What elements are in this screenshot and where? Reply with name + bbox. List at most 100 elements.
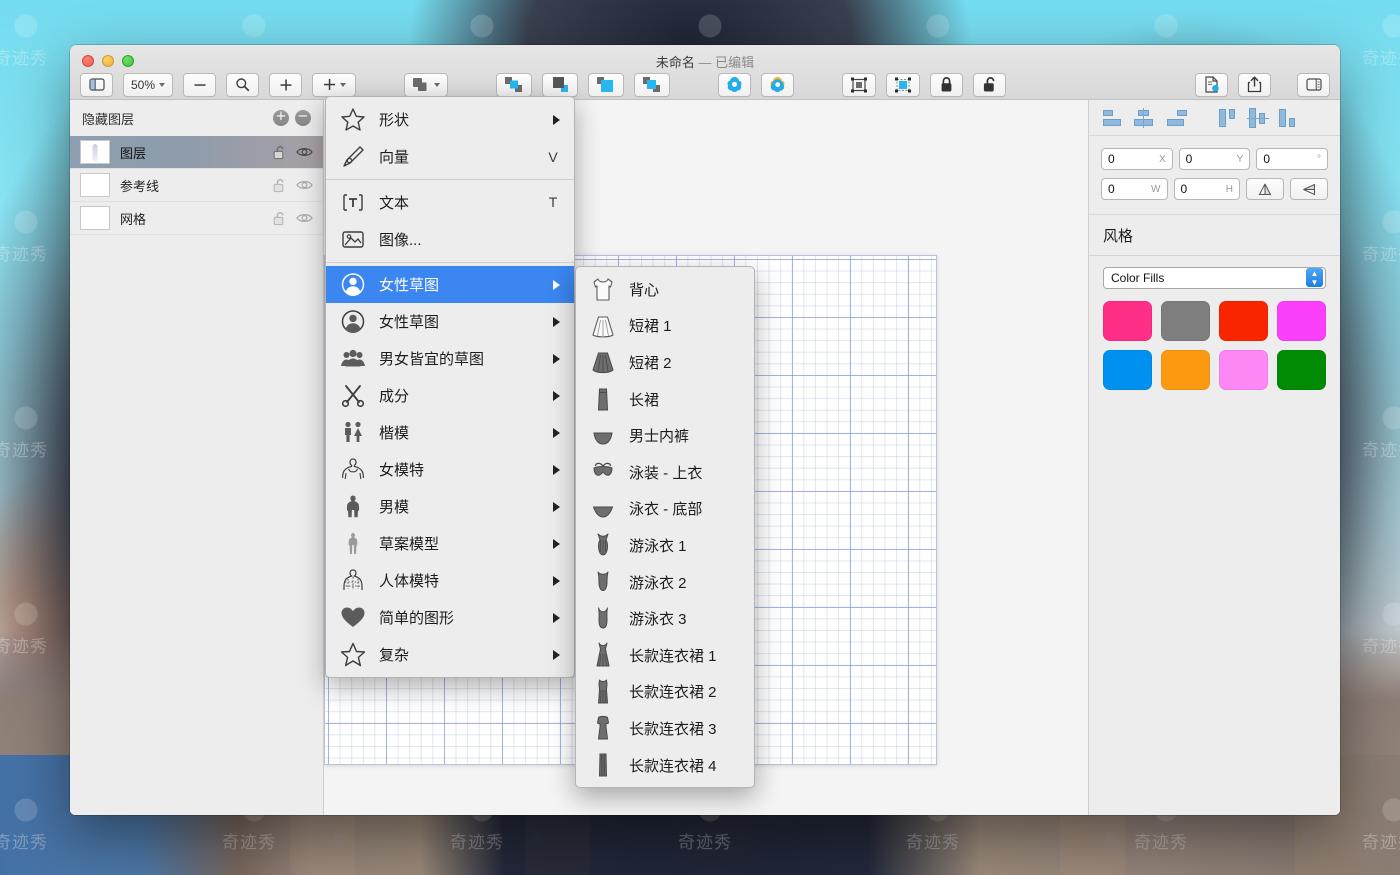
stepper-icon[interactable]: ▲ ▼ [1306,268,1323,287]
bring-to-front-button[interactable] [588,72,625,97]
rotation-field[interactable]: 0 ° [1256,148,1329,170]
x-field[interactable]: 0 X [1101,148,1173,170]
group-button[interactable] [842,72,877,97]
align-top-icon[interactable] [1217,108,1241,128]
menu-item-label: 人体模特 [379,573,440,590]
layer-row-grid[interactable]: 网格 [70,202,323,235]
draft-model-icon [348,533,358,554]
menu-item-draft-model[interactable]: 草案模型 [326,525,574,562]
zoom-in-button[interactable] [269,72,303,97]
zoom-out-button[interactable] [183,72,217,97]
send-backward-icon [553,77,569,92]
menu-item-male-avatar[interactable]: 女性草图 [326,303,574,340]
bring-forward-button[interactable] [496,72,533,97]
align-right-icon[interactable] [1163,108,1187,128]
submenu-item-long-dress-2[interactable]: 长款连衣裙 2 [576,674,754,711]
menu-item-text-box[interactable]: 文本 T [326,184,574,221]
layer-row-controls [273,178,313,193]
menu-item-image[interactable]: 图像... [326,221,574,258]
tank-top-icon [593,278,613,301]
female-avatar-icon [341,273,365,296]
menu-item-female-body[interactable]: 女模特 [326,451,574,488]
lock-button[interactable] [930,72,964,97]
lock-open-icon[interactable] [273,211,287,226]
y-field[interactable]: 0 Y [1178,148,1251,170]
menu-item-female-avatar[interactable]: 女性草图 [326,266,574,303]
menu-item-label: 楷模 [379,425,410,442]
submenu-item-long-dress-4[interactable]: 长款连衣裙 4 [576,747,754,784]
submenu-item-mens-briefs[interactable]: 男士内裤 [576,417,754,454]
zoom-level-dropdown[interactable]: 50% [123,72,174,97]
inspector-toggle-button[interactable] [1297,72,1330,97]
height-field[interactable]: 0 H [1173,178,1240,200]
zoom-fit-button[interactable] [226,72,260,97]
layer-row-controls [273,145,313,160]
menu-item-group-people[interactable]: 男女皆宜的草图 [326,340,574,377]
menu-item-pen-tool[interactable]: 向量 V [326,138,574,175]
submenu-arrow-icon [553,575,560,586]
union-button[interactable] [718,72,752,97]
add-layer-button[interactable]: + [273,110,289,126]
unlock-button[interactable] [973,72,1007,97]
menu-item-star-outline[interactable]: 形状 [326,101,574,138]
swatch-orange[interactable] [1161,349,1210,390]
submenu-item-swimsuit-1[interactable]: 游泳衣 1 [576,527,754,564]
short-skirt-1-icon [592,316,614,338]
fill-type-select[interactable]: Color Fills ▲ ▼ [1103,266,1326,289]
swimsuit-3-icon [598,607,608,629]
subtract-button[interactable] [761,72,795,97]
eye-icon[interactable] [296,146,313,158]
submenu-item-swimsuit-2[interactable]: 游泳衣 2 [576,564,754,601]
swatch-blue[interactable] [1103,349,1152,390]
height-unit: H [1225,183,1233,195]
eye-icon[interactable] [296,179,313,191]
swatch-green[interactable] [1277,349,1326,390]
layer-row-image[interactable]: 图层 [70,136,323,169]
swatch-red[interactable] [1219,300,1268,341]
align-middle-vertical-icon[interactable] [1247,107,1271,128]
swatch-light-pink[interactable] [1219,349,1268,390]
eye-icon[interactable] [296,212,313,224]
menu-item-star-filled[interactable]: 复杂 [326,636,574,673]
submenu-item-short-skirt-2[interactable]: 短裙 2 [576,344,754,381]
submenu-item-long-dress-1[interactable]: 长款连衣裙 1 [576,637,754,674]
shape-style-button[interactable] [404,72,449,97]
remove-layer-button[interactable]: − [295,110,311,126]
menu-item-two-people[interactable]: 楷模 [326,414,574,451]
menu-item-scissors[interactable]: 成分 [326,377,574,414]
align-center-horizontal-icon[interactable] [1133,107,1157,128]
flip-horizontal-button[interactable] [1290,178,1328,200]
share-button[interactable] [1238,72,1271,97]
submenu-item-long-skirt[interactable]: 长裙 [576,381,754,418]
swatch-pink[interactable] [1103,300,1152,341]
submenu-arrow-icon [553,316,560,327]
menu-item-heart[interactable]: 简单的图形 [326,599,574,636]
submenu-item-short-skirt-1[interactable]: 短裙 1 [576,308,754,345]
menu-item-male-body[interactable]: 男模 [326,488,574,525]
flip-vertical-button[interactable] [1246,178,1284,200]
align-left-icon[interactable] [1103,108,1127,128]
sidebar-toggle-button[interactable] [80,72,113,97]
send-backward-button[interactable] [542,72,579,97]
align-bottom-icon[interactable] [1277,108,1301,128]
send-to-back-button[interactable] [634,72,671,97]
height-value: 0 [1180,182,1188,196]
menu-item-mannequin[interactable]: 人体模特 [326,562,574,599]
submenu-item-swimsuit-top[interactable]: 泳装 - 上衣 [576,454,754,491]
submenu-item-long-dress-3[interactable]: 长款连衣裙 3 [576,710,754,747]
layer-row-guides[interactable]: 参考线 [70,169,323,202]
submenu-item-swimsuit-bottom[interactable]: 泳衣 - 底部 [576,491,754,528]
male-figure-outline[interactable] [1084,352,1088,812]
submenu-item-tank-top[interactable]: 背心 [576,271,754,308]
long-dress-1-icon [588,641,618,669]
lock-open-icon[interactable] [273,145,287,160]
submenu-item-swimsuit-3[interactable]: 游泳衣 3 [576,600,754,637]
export-button[interactable] [1195,72,1228,97]
ungroup-button[interactable] [886,72,921,97]
swatch-gray[interactable] [1161,300,1210,341]
insert-menu-button[interactable] [312,72,357,97]
swatch-magenta[interactable] [1277,300,1326,341]
document-export-icon [1204,76,1219,93]
lock-open-icon[interactable] [273,178,287,193]
width-field[interactable]: 0 W [1101,178,1168,200]
